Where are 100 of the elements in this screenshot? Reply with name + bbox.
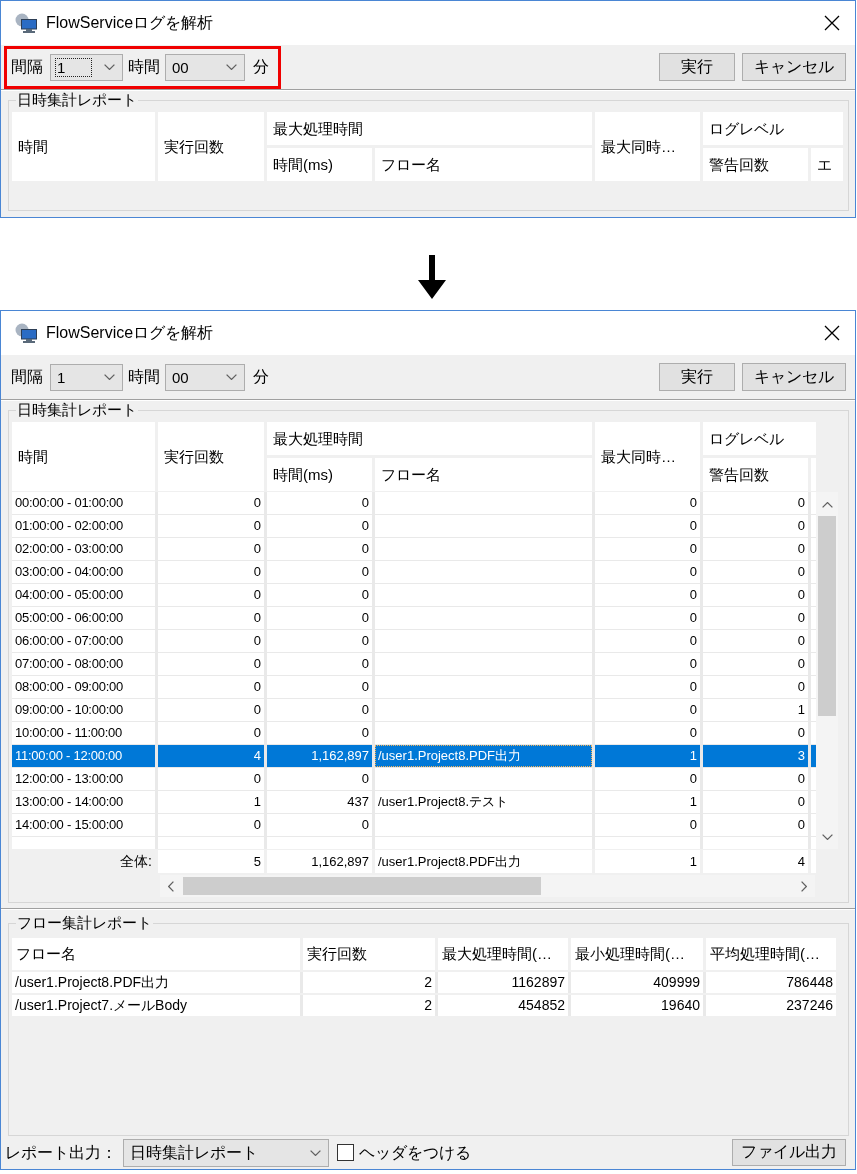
table-cell: 0 — [158, 768, 264, 790]
table-cell: 0 — [267, 814, 372, 836]
table-cell: 13:00:00 - 14:00:00 — [12, 791, 155, 813]
table-row[interactable]: 00:00:00 - 01:00:00 0 0 0 0 — [12, 492, 816, 515]
table-cell: 0 — [703, 768, 808, 790]
table-cell: 08:00:00 - 09:00:00 — [12, 676, 155, 698]
interval-label: 間隔 — [11, 57, 43, 77]
chevron-right-icon[interactable] — [801, 880, 807, 892]
column-header[interactable]: 時間 — [12, 422, 155, 491]
cancel-button[interactable]: キャンセル — [742, 53, 846, 81]
table-cell: 0 — [703, 515, 808, 537]
column-header[interactable]: 平均処理時間(… — [706, 938, 836, 970]
table-cell: 0 — [595, 561, 700, 583]
table-cell: 0 — [703, 791, 808, 813]
table-cell: 0 — [158, 699, 264, 721]
table-row[interactable]: 01:00:00 - 02:00:00 0 0 0 0 — [12, 515, 816, 538]
table-cell: 02:00:00 - 03:00:00 — [12, 538, 155, 560]
table-cell: 0 — [703, 653, 808, 675]
column-header[interactable]: 実行回数 — [158, 112, 264, 181]
run-button[interactable]: 実行 — [659, 363, 735, 391]
table-cell: 0 — [267, 561, 372, 583]
column-header[interactable]: 最大同時… — [595, 422, 700, 491]
header-checkbox-label[interactable]: ヘッダをつける — [359, 1142, 471, 1163]
table-row[interactable]: 07:00:00 - 08:00:00 0 0 0 0 — [12, 653, 816, 676]
table-row[interactable]: 13:00:00 - 14:00:00 1 437 /user1.Project8.テスト 1 0 — [12, 791, 816, 814]
table-row[interactable]: 11:00:00 - 12:00:00 4 1,162,897 /user1.Project8.PDF出力 1 3 — [12, 745, 816, 768]
table-cell: 06:00:00 - 07:00:00 — [12, 630, 155, 652]
column-header[interactable]: フロー名 — [375, 458, 592, 491]
table-cell: 0 — [158, 584, 264, 606]
table-cell: 03:00:00 - 04:00:00 — [12, 561, 155, 583]
scrollbar-thumb[interactable] — [183, 877, 541, 895]
table-cell: 1 — [595, 791, 700, 813]
table-row[interactable]: 14:00:00 - 15:00:00 0 0 0 0 — [12, 814, 816, 837]
total-label: 全体: — [119, 852, 153, 871]
close-icon — [824, 15, 840, 31]
table-row[interactable]: 02:00:00 - 03:00:00 0 0 0 0 — [12, 538, 816, 561]
table-cell: 1 — [703, 699, 808, 721]
group-title: フロー集計レポート — [16, 914, 153, 932]
table-row[interactable]: 09:00:00 - 10:00:00 0 0 0 1 — [12, 699, 816, 722]
hour-select[interactable]: 00 — [165, 53, 245, 81]
column-header[interactable]: 時間(ms) — [267, 148, 372, 181]
table-row[interactable]: /user1.Project7.メールBody 2 454852 19640 237246 — [12, 995, 836, 1016]
table-cell: 0 — [703, 538, 808, 560]
scrollbar-thumb[interactable] — [818, 516, 836, 716]
column-header[interactable]: フロー名 — [375, 148, 592, 181]
column-header[interactable]: 実行回数 — [303, 938, 435, 970]
table-cell: 0 — [267, 699, 372, 721]
table-cell: 10:00:00 - 11:00:00 — [12, 722, 155, 744]
column-header[interactable]: 時間 — [12, 112, 155, 181]
table-cell: 0 — [595, 814, 700, 836]
table-row[interactable]: 12:00:00 - 13:00:00 0 0 0 0 — [12, 768, 816, 791]
table-row[interactable]: /user1.Project8.PDF出力 2 1162897 409999 786448 — [12, 972, 836, 993]
table-cell: 00:00:00 - 01:00:00 — [12, 492, 155, 514]
column-header[interactable]: 実行回数 — [158, 422, 264, 491]
column-header[interactable]: 最大処理時間(… — [438, 938, 568, 970]
table-cell: 786448 — [706, 972, 836, 993]
table-cell: /user1.Project7.メールBody — [12, 995, 300, 1016]
table-row[interactable]: 10:00:00 - 11:00:00 0 0 0 0 — [12, 722, 816, 745]
table-row[interactable]: 03:00:00 - 04:00:00 0 0 0 0 — [12, 561, 816, 584]
column-header[interactable]: 最大同時… — [595, 112, 700, 181]
column-group-header: 最大処理時間 — [267, 112, 592, 145]
table-cell: 437 — [267, 791, 372, 813]
horizontal-scrollbar[interactable] — [160, 875, 815, 897]
interval-select[interactable]: 1 — [50, 363, 123, 391]
column-header[interactable]: 警告回数 — [703, 148, 808, 181]
column-header[interactable]: 警告回数 — [703, 458, 808, 491]
close-button[interactable] — [824, 15, 840, 31]
column-group-header: 最大処理時間 — [267, 422, 592, 455]
table-row[interactable]: 08:00:00 - 09:00:00 0 0 0 0 — [12, 676, 816, 699]
chevron-down-icon — [104, 64, 115, 70]
interval-select[interactable]: 1 — [50, 53, 123, 81]
hour-select[interactable]: 00 — [165, 363, 245, 391]
column-header[interactable]: 最小処理時間(… — [571, 938, 703, 970]
table-cell: 0 — [267, 630, 372, 652]
column-header[interactable]: 時間(ms) — [267, 458, 372, 491]
report-select[interactable]: 日時集計レポート — [123, 1138, 329, 1167]
table-cell: 0 — [595, 584, 700, 606]
run-button[interactable]: 実行 — [659, 53, 735, 81]
chevron-left-icon[interactable] — [168, 880, 174, 892]
vertical-scrollbar[interactable] — [816, 492, 838, 849]
table-cell: 1 — [595, 850, 700, 873]
table-cell: 5 — [158, 850, 264, 873]
file-output-button[interactable]: ファイル出力 — [732, 1139, 846, 1166]
table-row[interactable]: 06:00:00 - 07:00:00 0 0 0 0 — [12, 630, 816, 653]
table-cell: 0 — [595, 722, 700, 744]
close-icon — [824, 325, 840, 341]
table-cell: 0 — [267, 653, 372, 675]
column-header[interactable]: エ — [811, 148, 843, 181]
table-cell: 0 — [267, 768, 372, 790]
close-button[interactable] — [824, 325, 840, 341]
table-cell: 0 — [703, 492, 808, 514]
cancel-button[interactable]: キャンセル — [742, 363, 846, 391]
chevron-down-icon[interactable] — [821, 834, 833, 840]
table-row[interactable]: 04:00:00 - 05:00:00 0 0 0 0 — [12, 584, 816, 607]
header-checkbox[interactable] — [337, 1144, 354, 1161]
table-row[interactable]: 05:00:00 - 06:00:00 0 0 0 0 — [12, 607, 816, 630]
monitor-icon — [15, 323, 37, 343]
column-header[interactable]: フロー名 — [12, 938, 300, 970]
chevron-up-icon[interactable] — [821, 502, 833, 508]
table-cell: 0 — [703, 584, 808, 606]
